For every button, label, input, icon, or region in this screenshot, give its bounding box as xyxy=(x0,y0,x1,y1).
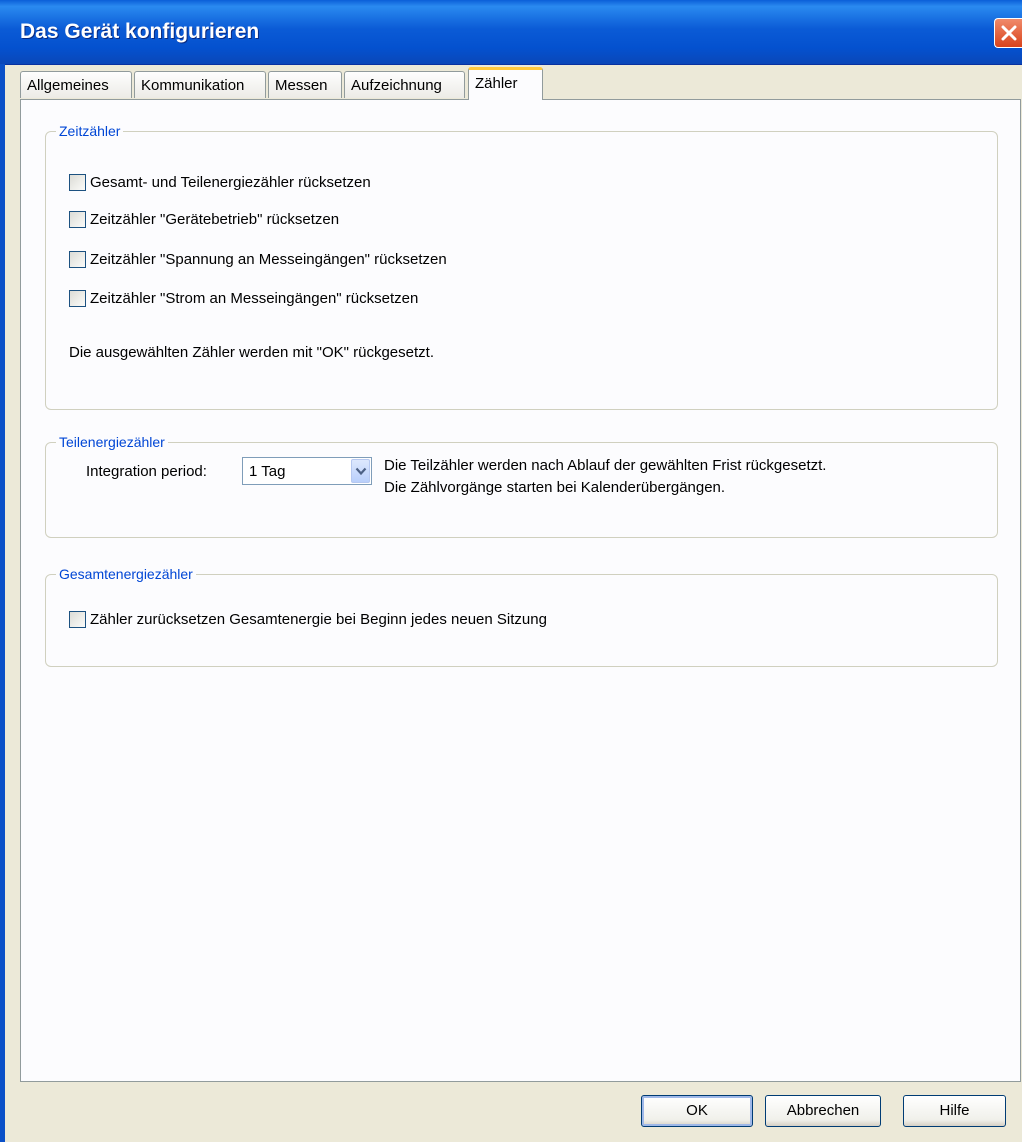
checkbox-gesamt-teil[interactable] xyxy=(69,174,86,191)
window-frame xyxy=(0,64,5,1142)
tab-panel-zaehler: Zeitzähler Gesamt- und Teilenergiezähler… xyxy=(20,99,1021,1082)
ok-button[interactable]: OK xyxy=(641,1095,753,1127)
checkbox-spannung[interactable] xyxy=(69,251,86,268)
window-title: Das Gerät konfigurieren xyxy=(20,20,260,43)
help-button[interactable]: Hilfe xyxy=(903,1095,1006,1127)
teilenergie-desc-line1: Die Teilzähler werden nach Ablauf der ge… xyxy=(384,457,826,474)
checkbox-label: Zeitzähler "Strom an Messeingängen" rück… xyxy=(90,290,419,307)
checkbox-label: Zeitzähler "Gerätebetrieb" rücksetzen xyxy=(90,211,340,228)
teilenergie-desc-text2: Die Zählvorgänge starten bei Kalenderübe… xyxy=(384,479,726,496)
checkbox-row-gesamtenergie-reset[interactable]: Zähler zurücksetzen Gesamtenergie bei Be… xyxy=(69,611,547,628)
teilenergie-desc-line2: Die Zählvorgänge starten bei Kalenderübe… xyxy=(384,479,725,496)
tab-aufzeichnung[interactable]: Aufzeichnung xyxy=(344,71,465,98)
checkbox-label: Gesamt- und Teilenergiezähler rücksetzen xyxy=(90,174,371,191)
checkbox-gesamtenergie-reset[interactable] xyxy=(69,611,86,628)
checkbox-strom[interactable] xyxy=(69,290,86,307)
title-bar: Das Gerät konfigurieren xyxy=(0,0,1022,65)
cancel-button[interactable]: Abbrechen xyxy=(765,1095,881,1127)
dropdown-button[interactable] xyxy=(351,459,370,483)
group-legend-zeitzaehler: Zeitzähler xyxy=(56,122,124,140)
tab-zaehler[interactable]: Zähler xyxy=(468,67,543,100)
checkbox-row-geraetebetrieb[interactable]: Zeitzähler "Gerätebetrieb" rücksetzen xyxy=(69,211,339,228)
integration-period-text: Integration period: xyxy=(86,463,207,480)
integration-period-label: Integration period: xyxy=(86,463,207,480)
group-teilenergiezaehler: Teilenergiezähler Integration period: 1 … xyxy=(45,433,998,538)
close-button[interactable] xyxy=(994,18,1022,48)
group-gesamtenergiezaehler: Gesamtenergiezähler Zähler zurücksetzen … xyxy=(45,565,998,667)
tab-kommunikation[interactable]: Kommunikation xyxy=(134,71,266,98)
group-legend-teilenergiezaehler: Teilenergiezähler xyxy=(56,433,168,451)
reset-note-text: Die ausgewählten Zähler werden mit "OK" … xyxy=(69,344,434,361)
checkbox-label: Zähler zurücksetzen Gesamtenergie bei Be… xyxy=(90,611,547,628)
checkbox-row-gesamt-teil[interactable]: Gesamt- und Teilenergiezähler rücksetzen xyxy=(69,174,371,191)
close-icon xyxy=(1001,25,1017,41)
chevron-down-icon xyxy=(355,467,367,476)
checkbox-geraetebetrieb[interactable] xyxy=(69,211,86,228)
tab-messen[interactable]: Messen xyxy=(268,71,342,98)
checkbox-label: Zeitzähler "Spannung an Messeingängen" r… xyxy=(90,251,447,268)
reset-note: Die ausgewählten Zähler werden mit "OK" … xyxy=(69,344,434,361)
checkbox-row-strom[interactable]: Zeitzähler "Strom an Messeingängen" rück… xyxy=(69,290,418,307)
group-zeitzaehler: Zeitzähler Gesamt- und Teilenergiezähler… xyxy=(45,122,998,410)
tab-allgemeines[interactable]: Allgemeines xyxy=(20,71,132,98)
integration-period-select[interactable]: 1 Tag xyxy=(242,457,372,485)
integration-period-value: 1 Tag xyxy=(249,463,286,480)
teilenergie-desc-text1: Die Teilzähler werden nach Ablauf der ge… xyxy=(384,457,827,474)
checkbox-row-spannung[interactable]: Zeitzähler "Spannung an Messeingängen" r… xyxy=(69,251,447,268)
group-legend-gesamtenergiezaehler: Gesamtenergiezähler xyxy=(56,565,196,583)
